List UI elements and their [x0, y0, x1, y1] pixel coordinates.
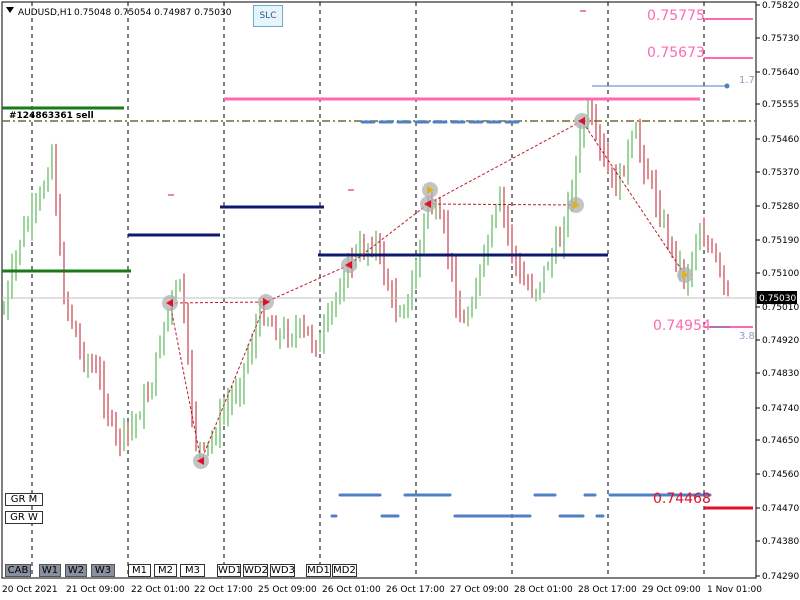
- price-tick-label: 0.75640: [762, 68, 799, 78]
- time-tick-label: 29 Oct 09:00: [642, 585, 701, 595]
- time-tick-label: 28 Oct 17:00: [578, 585, 637, 595]
- time-tick-label: 20 Oct 2021: [2, 585, 58, 595]
- header-ohlc: 0.75048 0.75054 0.74987 0.75030: [74, 8, 232, 18]
- price-chart[interactable]: AUDUSD,H1 0.75048 0.75054 0.74987 0.7503…: [0, 0, 800, 600]
- gr-m-button[interactable]: GR M: [5, 493, 43, 506]
- time-tick-label: 27 Oct 09:00: [450, 585, 509, 595]
- trade-tag: #124863361 sell: [9, 111, 94, 121]
- level-label-74468: 0.74468: [653, 491, 711, 507]
- m3-button[interactable]: M3: [180, 564, 205, 577]
- price-tick-label: 0.74650: [762, 436, 799, 446]
- time-tick-label: 25 Oct 09:00: [258, 585, 317, 595]
- price-tick-label: 0.74290: [762, 572, 799, 582]
- time-tick-label: 28 Oct 01:00: [514, 585, 573, 595]
- cab-button[interactable]: CAB: [5, 564, 31, 577]
- slc-button[interactable]: SLC: [253, 5, 283, 27]
- price-tick-label: 0.75280: [762, 202, 799, 212]
- md2-button[interactable]: MD2: [332, 564, 357, 577]
- time-tick-label: 1 Nov 01:00: [707, 585, 762, 595]
- day-separators: [31, 2, 705, 578]
- price-tick-label: 0.75730: [762, 34, 799, 44]
- md1-button[interactable]: MD1: [306, 564, 331, 577]
- chart-frame: [1, 1, 757, 579]
- wd3-button[interactable]: WD3: [270, 564, 295, 577]
- candles: [3, 99, 729, 460]
- swing-markers[interactable]: [162, 113, 693, 469]
- swing-arrows: [166, 117, 689, 465]
- price-tick-label: 0.74740: [762, 404, 799, 414]
- price-tick-label: 0.74830: [762, 369, 799, 379]
- price-tick-label: 0.75190: [762, 236, 799, 246]
- current-price-label: 0.75030: [759, 294, 796, 304]
- price-tick-label: 0.75100: [762, 269, 799, 279]
- level-label-75673: 0.75673: [647, 45, 705, 61]
- w2-button[interactable]: W2: [65, 564, 87, 577]
- level-label-74954: 0.74954: [653, 318, 711, 334]
- level-label-75775: 0.75775: [647, 8, 705, 24]
- time-tick-label: 22 Oct 17:00: [194, 585, 253, 595]
- fib-label-bottom: 3.8: [739, 331, 755, 342]
- time-tick-label: 26 Oct 01:00: [322, 585, 381, 595]
- header-symbol: AUDUSD,H1: [18, 8, 72, 18]
- price-tick-label: 0.75820: [762, 1, 799, 11]
- header-arrow-icon: [6, 7, 14, 13]
- price-tick-label: 0.74560: [762, 470, 799, 480]
- wd1-button[interactable]: WD1: [217, 564, 242, 577]
- fib-point-top[interactable]: [724, 83, 730, 89]
- price-tick-label: 0.75460: [762, 135, 799, 145]
- price-tick-label: 0.74920: [762, 336, 799, 346]
- price-tick-label: 0.75370: [762, 168, 799, 178]
- fib-label-top: 1.7: [739, 75, 755, 86]
- gr-w-button[interactable]: GR W: [5, 511, 43, 524]
- w1-button[interactable]: W1: [39, 564, 61, 577]
- wd2-button[interactable]: WD2: [243, 564, 268, 577]
- price-tick-label: 0.75010: [762, 303, 799, 313]
- time-tick-label: 26 Oct 17:00: [386, 585, 445, 595]
- price-tick-label: 0.74470: [762, 504, 799, 514]
- m2-button[interactable]: M2: [154, 564, 177, 577]
- time-tick-label: 22 Oct 01:00: [131, 585, 190, 595]
- price-tick-label: 0.74380: [762, 537, 799, 547]
- w3-button[interactable]: W3: [91, 564, 115, 577]
- time-tick-label: 21 Oct 09:00: [66, 585, 125, 595]
- price-tick-label: 0.75555: [762, 100, 799, 110]
- time-axis-labels: 20 Oct 2021 21 Oct 09:00 22 Oct 01:00 22 Oc…: [2, 585, 762, 595]
- m1-button[interactable]: M1: [128, 564, 151, 577]
